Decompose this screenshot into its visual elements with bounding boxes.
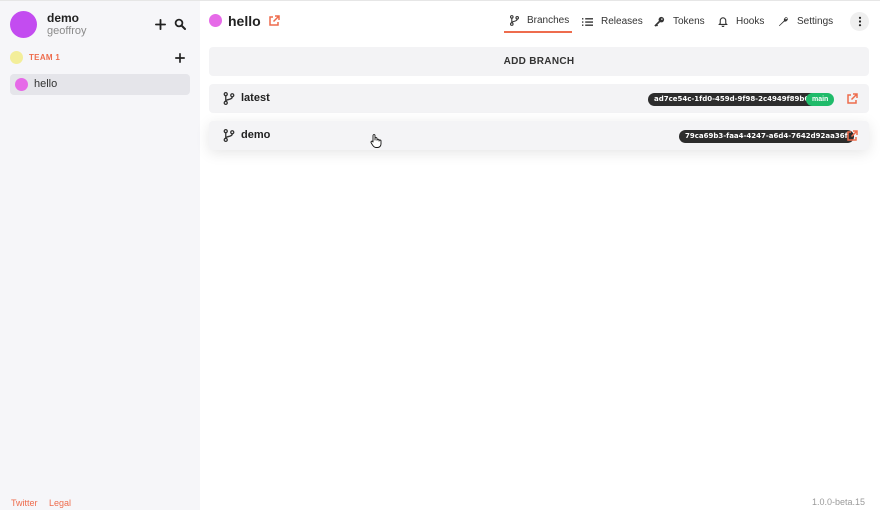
sidebar-item-hello[interactable]: hello <box>10 74 190 95</box>
footer-links: Twitter Legal <box>11 498 80 508</box>
version-label: 1.0.0-beta.15 <box>812 497 866 507</box>
branch-icon <box>223 129 235 142</box>
team-avatar <box>10 51 23 64</box>
more-options-button[interactable] <box>850 12 869 31</box>
team-row: TEAM 1 <box>10 51 190 65</box>
bell-icon <box>718 17 728 27</box>
branch-icon <box>223 92 235 105</box>
kebab-menu-icon <box>858 16 861 27</box>
tab-tokens[interactable]: Tokens <box>654 10 705 33</box>
project-avatar <box>209 14 222 27</box>
sidebar-item-label: hello <box>34 78 58 90</box>
open-project-button[interactable] <box>267 14 280 27</box>
wrench-icon <box>778 17 788 27</box>
tab-settings[interactable]: Settings <box>778 10 833 33</box>
plus-icon <box>175 53 185 63</box>
add-team-project-button[interactable] <box>173 51 187 65</box>
branch-row-demo[interactable]: demo 79ca69b3-faa4-4247-a6d4-7642d92aa36… <box>209 121 869 150</box>
page-title: hello <box>228 13 261 29</box>
tab-label: Settings <box>797 16 834 27</box>
tab-label: Releases <box>601 16 643 27</box>
team-label: TEAM 1 <box>29 53 61 62</box>
search-button[interactable] <box>173 17 187 31</box>
twitter-link[interactable]: Twitter <box>11 498 38 508</box>
list-icon <box>582 17 593 26</box>
external-link-icon <box>268 14 280 26</box>
add-project-button[interactable] <box>153 17 167 31</box>
user-name: demo <box>47 11 80 25</box>
tab-branches[interactable]: Branches <box>504 10 572 33</box>
commit-hash-badge: ad7ce54c-1fd0-459d-9f98-2c4949f89b61 <box>648 93 821 106</box>
search-icon <box>174 18 186 30</box>
branch-name: demo <box>241 129 271 141</box>
branch-icon <box>510 15 519 26</box>
branch-name: latest <box>241 92 270 104</box>
add-branch-button[interactable]: ADD BRANCH <box>209 47 869 76</box>
legal-link[interactable]: Legal <box>49 498 71 508</box>
commit-hash-badge: 79ca69b3-faa4-4247-a6d4-7642d92aa36f <box>679 130 854 143</box>
main-badge: main <box>806 93 835 106</box>
plus-icon <box>154 18 166 30</box>
sidebar: demo geoffroy TEAM 1 hello Twitter Legal <box>0 1 200 510</box>
tab-hooks[interactable]: Hooks <box>718 10 764 33</box>
key-icon <box>654 16 665 27</box>
user-header: demo geoffroy <box>10 11 195 39</box>
tab-label: Tokens <box>673 16 705 27</box>
tab-label: Branches <box>527 15 570 26</box>
hand-cursor-icon <box>370 134 382 148</box>
external-link-icon[interactable] <box>846 93 858 105</box>
tab-label: Hooks <box>736 16 765 27</box>
user-login: geoffroy <box>47 25 87 37</box>
branch-row-latest[interactable]: latest ad7ce54c-1fd0-459d-9f98-2c4949f89… <box>209 84 869 113</box>
avatar[interactable] <box>10 11 37 38</box>
project-avatar <box>15 78 28 91</box>
external-link-icon[interactable] <box>846 130 858 142</box>
tab-releases[interactable]: Releases <box>582 10 643 33</box>
